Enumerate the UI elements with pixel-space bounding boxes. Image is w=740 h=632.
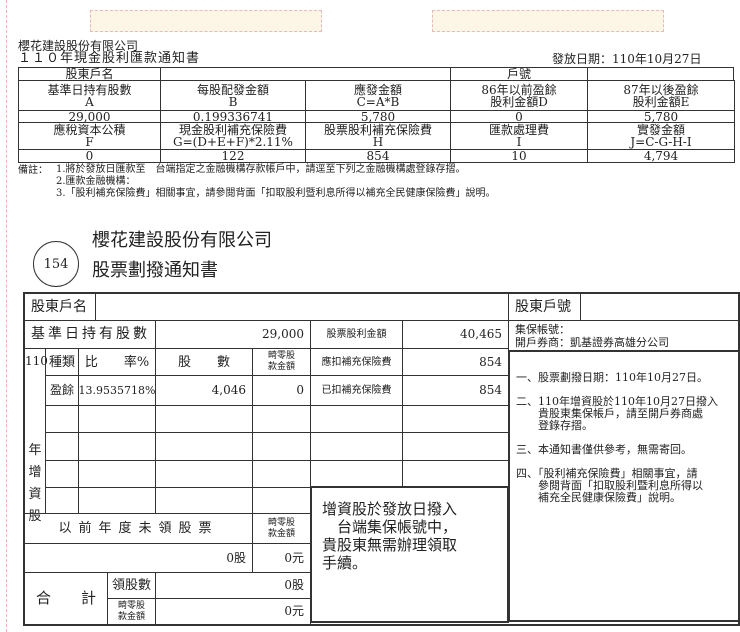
top-table-h2-cell: 現金股利補充保險費 G=(D+E+F)*2.11%	[160, 122, 306, 150]
top-table-h2-cell: 股票股利補充保險費 H	[305, 122, 451, 150]
holder-name-value	[95, 293, 509, 321]
empty-cell	[252, 460, 311, 488]
notice-title: 股票劃撥通知書	[92, 260, 218, 281]
col-rate: 比 率%	[78, 348, 156, 376]
total-label: 合 計	[24, 572, 108, 625]
total-amount: 0元	[155, 598, 311, 625]
total-shares-label: 領股數	[107, 572, 156, 599]
notice-company: 櫻花建設股份有限公司	[92, 230, 272, 251]
total-fraction-label: 畸零股 款金額	[107, 598, 156, 625]
perforation-line	[6, 0, 7, 632]
top-table-h2-cell: 匯款處理費 I	[450, 122, 588, 150]
withhold-label: 應扣補充保險費	[310, 348, 403, 376]
account-label: 戶號	[450, 67, 588, 81]
top-table-v2-cell: 4,794	[587, 149, 735, 163]
empty-cell	[155, 432, 253, 461]
empty-cell	[155, 460, 253, 488]
withhold-value: 854	[402, 348, 509, 376]
empty-cell	[310, 460, 403, 488]
stamp-mark	[90, 10, 322, 32]
empty-cell	[45, 432, 79, 461]
empty-cell	[155, 487, 253, 514]
notice-title: １１０年現金股利匯款通知書	[18, 51, 201, 66]
dividend-notice-document: 櫻花建設股份有限公司 １１０年現金股利匯款通知書 發放日期：110年10月27日…	[0, 0, 740, 632]
base-shares-label: 基準日持有股數	[24, 320, 156, 349]
top-table-v2-cell: 0	[18, 149, 161, 163]
empty-cell	[402, 460, 509, 488]
base-shares-value: 29,000	[155, 320, 311, 349]
row-rate: 13.9535718%	[78, 375, 156, 406]
account-value	[587, 67, 734, 81]
withheld-value: 854	[402, 375, 509, 406]
year: 110	[25, 354, 48, 368]
col-fraction: 畸零股 款金額	[252, 348, 311, 376]
holder-name-value	[160, 67, 451, 81]
notes-label: 備註：	[18, 165, 48, 176]
holder-no-value	[580, 293, 740, 321]
top-table-h2-cell: 應稅資本公積 F	[18, 122, 161, 150]
depository-account-label: 集保帳號：	[515, 323, 570, 336]
empty-cell	[78, 487, 156, 514]
right-note-3: 三、本通知書僅供參考，無需寄回。	[516, 443, 692, 456]
prev-amount: 0元	[252, 543, 311, 573]
holder-name-label: 股東戶名	[24, 293, 96, 321]
empty-cell	[45, 405, 79, 433]
row-type: 盈餘	[45, 375, 79, 406]
right-note-1: 一、股票劃撥日期：110年10月27日。	[516, 371, 708, 384]
empty-cell	[45, 460, 79, 488]
row-shares: 4,046	[155, 375, 253, 406]
empty-cell	[155, 405, 253, 433]
year-column: 110 年增資股	[24, 348, 48, 524]
top-table-v2-cell: 122	[160, 149, 306, 163]
empty-cell	[78, 405, 156, 433]
issue-date: 發放日期：110年10月27日	[552, 52, 702, 66]
notice-number: 154	[33, 241, 79, 287]
note-3: 3.「股利補充保險費」相關事宜，請參閱背面「扣取股利暨利息所得以補充全民健康保險…	[56, 188, 496, 199]
empty-cell	[252, 432, 311, 461]
empty-cell	[402, 405, 509, 433]
withheld-label: 已扣補充保險費	[310, 375, 403, 406]
stock-dividend-label: 股票股利金額	[310, 320, 403, 349]
empty-cell	[310, 405, 403, 433]
prev-shares: 0股	[24, 543, 253, 573]
top-table-h1-cell: 基準日持有股數 A	[18, 80, 161, 111]
col-type: 種類	[45, 348, 79, 376]
row-fraction: 0	[252, 375, 311, 406]
stock-dividend-value: 40,465	[402, 320, 509, 349]
empty-cell	[402, 432, 509, 461]
empty-cell	[252, 487, 311, 514]
broker: 開戶券商：凱基證券高雄分公司	[515, 336, 669, 349]
note-1: 1.將於發放日匯款至 台端指定之金融機構存款帳戶中，請逕至下列之金融機構處登錄存…	[56, 164, 466, 175]
empty-cell	[78, 432, 156, 461]
total-shares: 0股	[155, 572, 311, 599]
top-table-v2-cell: 10	[450, 149, 588, 163]
top-table-h1-cell: 87年以後盈餘 股利金額E	[587, 80, 735, 111]
right-notes: 一、股票劃撥日期：110年10月27日。 二、110年增資股於110年10月27…	[508, 350, 740, 622]
stamp-mark	[432, 10, 664, 32]
empty-cell	[310, 432, 403, 461]
top-table-h1-cell: 86年以前盈餘 股利金額D	[450, 80, 588, 111]
prev-fraction-label: 畸零股 款金額	[252, 513, 311, 544]
transfer-info-box: 增資股於發放日撥入 台端集保帳號中， 貴股東無需辦理領取 手續。	[310, 486, 509, 623]
holder-no-label: 股東戶號	[508, 293, 581, 321]
col-shares: 股 數	[155, 348, 253, 376]
empty-cell	[252, 405, 311, 433]
empty-cell	[78, 460, 156, 488]
note-2: 2.匯款金融機構：	[56, 176, 136, 187]
prev-unclaimed-label: 以前年度未領股票	[24, 513, 253, 544]
empty-cell	[45, 487, 79, 514]
holder-name-label: 股東戶名	[18, 67, 161, 81]
right-note-4: 四、「股利補充保險費」相關事宜，請 參閱背面「扣取股利暨利息所得以 補充全民健康…	[516, 467, 703, 504]
top-table-h2-cell: 實發金額 J=C-G-H-I	[587, 122, 735, 150]
top-table-v2-cell: 854	[305, 149, 451, 163]
top-table-h1-cell: 應發金額 C=A*B	[305, 80, 451, 111]
top-table-h1-cell: 每股配發金額 B	[160, 80, 306, 111]
right-note-2: 二、110年增資股於110年10月27日撥入 貴股東集保帳戶，請至開戶券商處 登…	[516, 395, 718, 432]
